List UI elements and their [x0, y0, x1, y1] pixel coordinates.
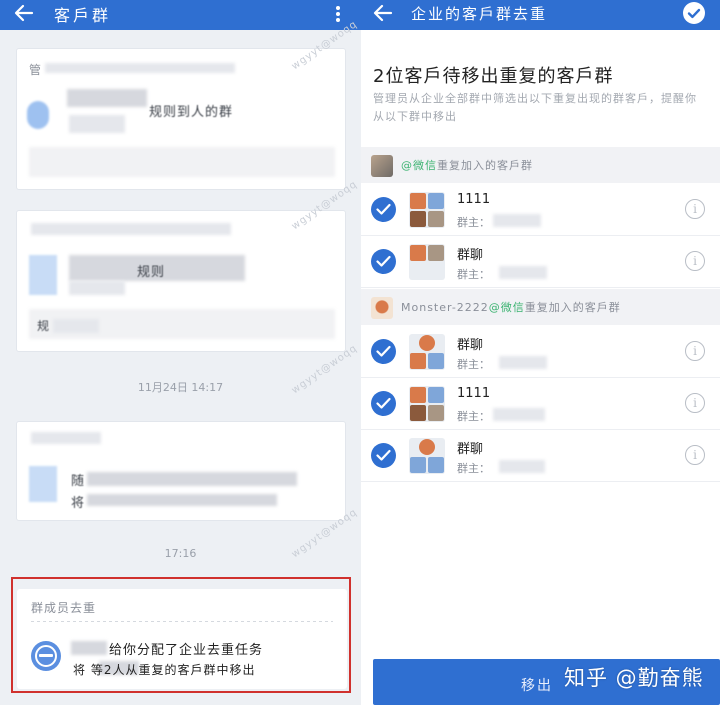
group-row[interactable]: 群聊 群主： i [361, 326, 720, 378]
wechat-tag: @微信 [401, 159, 437, 172]
group-row[interactable]: 1111 群主： i [361, 378, 720, 430]
member-avatar [371, 297, 393, 319]
blurred-owner [493, 214, 541, 227]
task-line-1: 给你分配了企业去重任务 [109, 643, 264, 658]
group-name: 1111 [457, 386, 491, 401]
card-line: 规则 [137, 265, 166, 280]
checked-checkbox-icon[interactable] [371, 391, 396, 416]
group-row[interactable]: 群聊 群主： i [361, 430, 720, 482]
blurred-header [31, 223, 231, 235]
group-owner: 群主： [457, 358, 490, 371]
group-name: 1111 [457, 192, 491, 207]
member-avatar [371, 155, 393, 177]
blurred-name [71, 641, 107, 655]
blurred-sub [69, 281, 125, 295]
blurred-line-1 [87, 472, 297, 486]
checked-checkbox-icon[interactable] [371, 249, 396, 274]
group-row[interactable]: 1111 群主： i [361, 184, 720, 236]
card-line-2: 将 [71, 496, 86, 511]
message-card-3[interactable]: 随 将 [16, 421, 346, 521]
card-icon [27, 101, 49, 129]
group-owner: 群主： [457, 216, 490, 229]
group-header-2: Monster-2222@微信重复加入的客戶群 [361, 289, 720, 325]
divider [31, 621, 333, 622]
card-footer: 规 [37, 319, 51, 333]
info-icon[interactable]: i [685, 393, 705, 413]
blurred-sub [69, 115, 125, 133]
right-panel: 企业的客戶群去重 2位客戶待移出重复的客戶群 管理员从企业全部群中筛选出以下重复… [361, 0, 720, 705]
remove-circle-icon [31, 641, 61, 671]
info-icon[interactable]: i [685, 341, 705, 361]
blurred-owner [499, 266, 547, 279]
card-line-1: 随 [71, 474, 86, 489]
group-header-label: @微信重复加入的客戶群 [401, 157, 533, 173]
left-panel: 客戶群 管 规则到人的群 规则 规 11月24日 14:17 随 将 17:16… [0, 0, 361, 705]
description: 管理员从企业全部群中筛选出以下重复出现的群客戶，提醒你从以下群中移出 [373, 92, 697, 123]
checked-checkbox-icon[interactable] [371, 443, 396, 468]
card-icon [29, 466, 57, 502]
headline: 2位客戶待移出重复的客戶群 [373, 66, 614, 87]
member-name: Monster-2222 [401, 301, 489, 314]
blurred-line-2 [87, 494, 277, 506]
group-owner: 群主： [457, 268, 490, 281]
right-app-bar: 企业的客戶群去重 [361, 0, 720, 30]
group-avatar [409, 334, 445, 370]
blurred-footer [53, 319, 99, 333]
header-suffix: 重复加入的客戶群 [437, 159, 533, 172]
blurred-owner [499, 460, 545, 473]
card-header: 管 [29, 63, 42, 77]
remove-button-label: 移出 [521, 678, 553, 694]
blurred-title [67, 89, 147, 107]
back-arrow-icon[interactable] [371, 1, 395, 25]
header-suffix: 重复加入的客戶群 [524, 301, 621, 314]
group-row[interactable]: 群聊 群主： i [361, 236, 720, 288]
checked-checkbox-icon[interactable] [371, 197, 396, 222]
group-name: 群聊 [457, 442, 484, 457]
info-icon[interactable]: i [685, 445, 705, 465]
back-arrow-icon[interactable] [12, 1, 36, 25]
left-title: 客戶群 [54, 6, 112, 25]
group-avatar [409, 438, 445, 474]
group-name: 群聊 [457, 248, 484, 263]
dedupe-task-card[interactable]: 群成员去重 给你分配了企业去重任务 将 等2人从重复的客戶群中移出 [17, 589, 347, 689]
card-line: 规则到人的群 [149, 105, 234, 120]
group-name: 群聊 [457, 338, 484, 353]
confirm-check-icon[interactable] [683, 2, 705, 24]
right-title: 企业的客戶群去重 [411, 5, 548, 23]
task-title: 群成员去重 [31, 601, 97, 615]
group-avatar [409, 244, 445, 280]
more-vertical-icon[interactable] [334, 4, 342, 24]
wechat-tag: @微信 [488, 301, 525, 314]
group-header-label: Monster-2222@微信重复加入的客戶群 [401, 299, 621, 315]
blurred-header [31, 432, 101, 444]
info-icon[interactable]: i [685, 251, 705, 271]
blurred-owner [499, 356, 547, 369]
group-owner: 群主： [457, 462, 490, 475]
task-line-2: 将 等2人从重复的客戶群中移出 [73, 663, 256, 677]
card-icon [29, 255, 57, 295]
group-avatar [409, 192, 445, 228]
blurred-footer [29, 147, 335, 177]
info-icon[interactable]: i [685, 199, 705, 219]
left-app-bar: 客戶群 [0, 0, 361, 30]
group-avatar [409, 386, 445, 422]
group-header-1: @微信重复加入的客戶群 [361, 147, 720, 183]
group-owner: 群主： [457, 410, 490, 423]
zhihu-watermark: 知乎 @勤奋熊 [564, 666, 704, 690]
checked-checkbox-icon[interactable] [371, 339, 396, 364]
screenshot-root: 客戶群 管 规则到人的群 规则 规 11月24日 14:17 随 将 17:16… [0, 0, 720, 705]
blurred-owner [493, 408, 545, 421]
blurred-header [45, 63, 235, 73]
